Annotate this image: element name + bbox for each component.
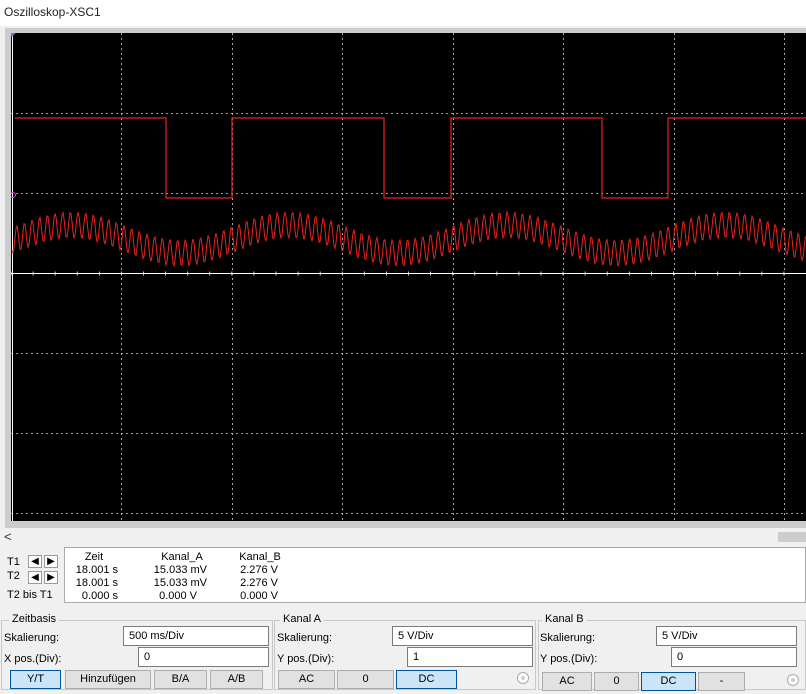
diff-kanal-b: 0.000 V: [240, 590, 278, 602]
kanal-a-zero-button[interactable]: 0: [337, 670, 394, 689]
zeitbasis-scale-label: Skalierung:: [4, 632, 60, 644]
t2-zeit: 18.001 s: [75, 577, 118, 589]
kanal-a-color-radio-icon[interactable]: [517, 672, 529, 684]
kanal-b-title: Kanal B: [542, 613, 587, 625]
kanal-b-dc-button[interactable]: DC: [641, 672, 696, 691]
header-zeit: Zeit: [84, 551, 104, 563]
t1-label: T1: [7, 556, 20, 568]
t2-kanal-a: 15.033 mV: [153, 577, 207, 589]
window-titlebar: Oszilloskop-XSC1: [0, 0, 806, 26]
t1-left-arrow-icon[interactable]: ◀: [28, 555, 42, 568]
header-kanal-b: Kanal_B: [239, 551, 281, 563]
scroll-left-icon[interactable]: <: [4, 529, 12, 544]
kanal-b-zero-button[interactable]: 0: [594, 672, 639, 691]
kanal-b-ypos-label: Y pos.(Div):: [540, 653, 598, 665]
kanal-b-group: Kanal B Skalierung: 5 V/Div Y pos.(Div):…: [538, 613, 806, 691]
yt-mode-button[interactable]: Y/T: [10, 670, 61, 689]
zeitbasis-xpos-field[interactable]: 0: [138, 647, 269, 667]
kanal-b-ac-button[interactable]: AC: [542, 672, 592, 691]
t2-kanal-b: 2.276 V: [240, 577, 278, 589]
kanal-b-scale-field[interactable]: 5 V/Div: [656, 626, 797, 646]
t1-kanal-a: 15.033 mV: [153, 564, 207, 576]
t2-label: T2: [7, 570, 20, 582]
t2-left-arrow-icon[interactable]: ◀: [28, 571, 42, 584]
t1-right-arrow-icon[interactable]: ▶: [44, 555, 58, 568]
cursor-controls: T1 ◀ ▶ T2 ◀ ▶ T2 bis T1: [4, 547, 62, 603]
kanal-a-ypos-label: Y pos.(Div):: [277, 653, 335, 665]
kanal-a-title: Kanal A: [280, 613, 324, 625]
kanal-a-dc-button[interactable]: DC: [396, 670, 457, 689]
zeitbasis-scale-field[interactable]: 500 ms/Div: [123, 626, 269, 646]
add-button[interactable]: Hinzufügen: [65, 670, 151, 689]
cursor-readout-table: Zeit Kanal_A Kanal_B 18.001 s 15.033 mV …: [64, 547, 806, 603]
zeitbasis-group: Zeitbasis Skalierung: 500 ms/Div X pos.(…: [1, 613, 273, 691]
diff-zeit: 0.000 s: [81, 590, 118, 602]
zeitbasis-title: Zeitbasis: [9, 613, 60, 625]
screen-background: [11, 33, 806, 521]
kanal-a-ac-button[interactable]: AC: [278, 670, 335, 689]
horizontal-scrollbar[interactable]: <: [0, 529, 806, 545]
kanal-b-scale-label: Skalierung:: [540, 632, 596, 644]
window-title: Oszilloskop-XSC1: [4, 5, 101, 19]
header-kanal-a: Kanal_A: [161, 551, 203, 563]
zeitbasis-xpos-label: X pos.(Div):: [4, 653, 62, 665]
t1-zeit: 18.001 s: [75, 564, 118, 576]
cursor-measurements: T1 ◀ ▶ T2 ◀ ▶ T2 bis T1 Zeit Kanal_A Kan…: [4, 547, 806, 603]
kanal-b-color-radio-icon[interactable]: [787, 674, 799, 686]
kanal-a-scale-label: Skalierung:: [277, 632, 333, 644]
ba-mode-button[interactable]: B/A: [154, 670, 207, 689]
diff-label: T2 bis T1: [7, 589, 53, 601]
oscilloscope-screen[interactable]: [11, 33, 806, 521]
kanal-b-minus-button[interactable]: -: [698, 672, 745, 691]
kanal-a-ypos-field[interactable]: 1: [407, 647, 533, 667]
diff-kanal-a: 0.000 V: [159, 590, 197, 602]
t2-right-arrow-icon[interactable]: ▶: [44, 571, 58, 584]
scroll-thumb[interactable]: [778, 532, 806, 542]
kanal-a-group: Kanal A Skalierung: 5 V/Div Y pos.(Div):…: [274, 613, 536, 691]
ab-mode-button[interactable]: A/B: [210, 670, 263, 689]
kanal-a-scale-field[interactable]: 5 V/Div: [392, 626, 533, 646]
kanal-b-ypos-field[interactable]: 0: [671, 647, 797, 667]
t1-kanal-b: 2.276 V: [240, 564, 278, 576]
